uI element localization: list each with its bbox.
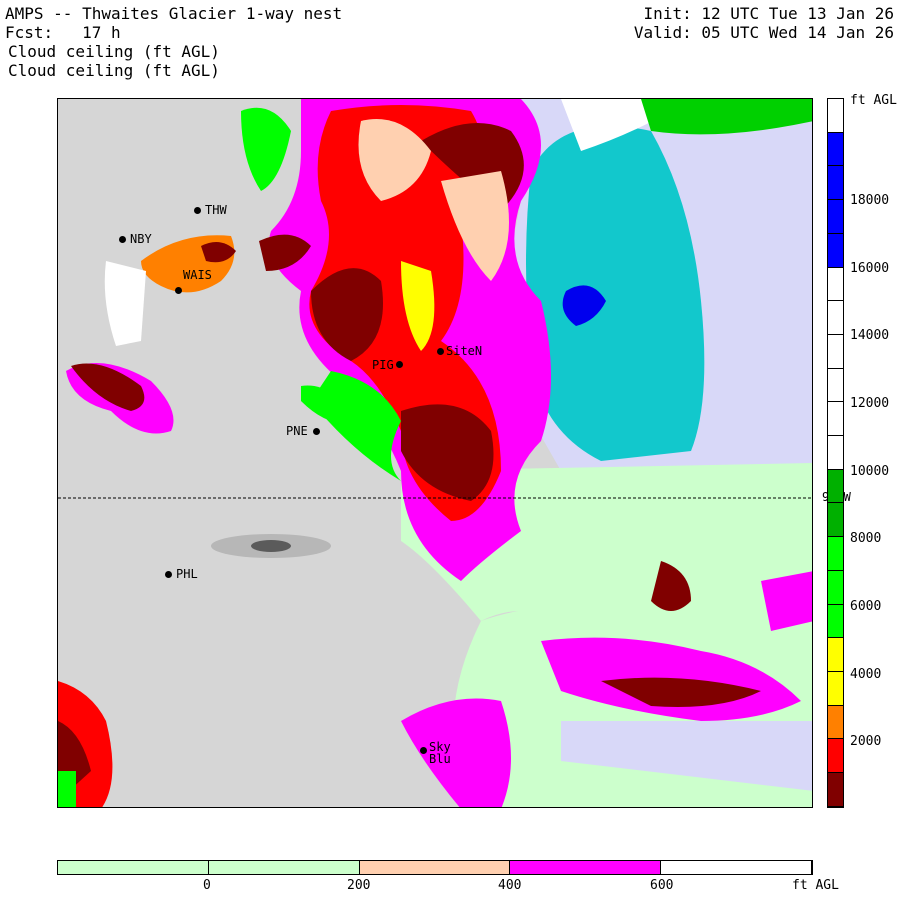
colorbar-segment	[828, 503, 843, 538]
colorbar-segment	[828, 368, 843, 403]
station-label-blu: Blu	[429, 752, 451, 766]
bottom-colorbar-label: 600	[650, 878, 674, 893]
field-label-2: Cloud ceiling (ft AGL)	[8, 61, 220, 80]
station-marker-thw[interactable]	[194, 207, 201, 214]
colorbar-label: 12000	[850, 396, 890, 411]
station-marker-phl[interactable]	[165, 571, 172, 578]
bottom-colorbar-segment	[359, 861, 511, 874]
station-marker-wais[interactable]	[175, 287, 182, 294]
station-marker-pne[interactable]	[313, 428, 320, 435]
colorbar-segment	[828, 638, 843, 672]
colorbar-segment	[828, 739, 843, 774]
colorbar-label: 16000	[850, 261, 890, 276]
colorbar-unit: ft AGL	[850, 93, 897, 108]
station-marker-site[interactable]	[437, 348, 444, 355]
station-label-nby: NBY	[130, 232, 152, 246]
forecast-hour: Fcst: 17 h	[5, 23, 121, 42]
bottom-colorbar-unit: ft AGL	[792, 878, 839, 893]
colorbar-segment	[828, 200, 843, 234]
bottom-colorbar-segment	[58, 861, 209, 874]
station-label-thw: THW	[205, 203, 227, 217]
colorbar-segment	[828, 132, 843, 167]
bottom-colorbar-label: 200	[347, 878, 371, 893]
station-marker-pig[interactable]	[396, 361, 403, 368]
station-label-pne: PNE	[286, 424, 308, 438]
station-label-sky: Sky	[429, 740, 451, 754]
colorbar-segment	[828, 773, 843, 807]
bottom-colorbar-segment	[208, 861, 360, 874]
colorbar-label: 10000	[850, 464, 890, 479]
init-time: Init: 12 UTC Tue 13 Jan 26	[643, 4, 894, 23]
station-label-wais: WAIS	[183, 268, 212, 282]
bottom-colorbar-segment	[661, 861, 812, 874]
bottom-colorbar	[57, 860, 813, 875]
bottom-colorbar-segment	[510, 861, 662, 874]
colorbar-segment	[828, 705, 843, 740]
colorbar-segment	[828, 671, 843, 706]
colorbar-segment	[828, 99, 843, 133]
colorbar-segment	[828, 267, 843, 302]
colorbar-segment	[828, 166, 843, 201]
colorbar-label: 8000	[850, 531, 882, 546]
colorbar-label: 18000	[850, 193, 890, 208]
bottom-colorbar-label: 0	[203, 878, 211, 893]
cloud-ceiling-field	[58, 99, 812, 807]
colorbar	[827, 98, 844, 808]
colorbar-segment	[828, 334, 843, 369]
colorbar-label: 4000	[850, 667, 882, 682]
bottom-colorbar-label: 400	[498, 878, 522, 893]
station-label-phl: PHL	[176, 567, 198, 581]
colorbar-segment	[828, 436, 843, 470]
colorbar-label: 14000	[850, 328, 890, 343]
colorbar-segment	[828, 469, 843, 504]
valid-time: Valid: 05 UTC Wed 14 Jan 26	[633, 23, 894, 42]
station-marker-skyblu[interactable]	[420, 747, 427, 754]
colorbar-label: 2000	[850, 734, 882, 749]
colorbar-segment	[828, 301, 843, 335]
colorbar-segment	[828, 570, 843, 605]
colorbar-segment	[828, 604, 843, 639]
station-label-site: SiteN	[446, 344, 483, 358]
station-marker-nby[interactable]	[119, 236, 126, 243]
colorbar-segment	[828, 233, 843, 268]
map-panel	[57, 98, 813, 808]
title: AMPS -- Thwaites Glacier 1-way nest	[5, 4, 343, 23]
station-label-pig: PIG	[372, 358, 394, 372]
field-label: Cloud ceiling (ft AGL)	[8, 42, 220, 61]
colorbar-segment	[828, 402, 843, 437]
colorbar-label: 6000	[850, 599, 882, 614]
colorbar-segment	[828, 537, 843, 571]
